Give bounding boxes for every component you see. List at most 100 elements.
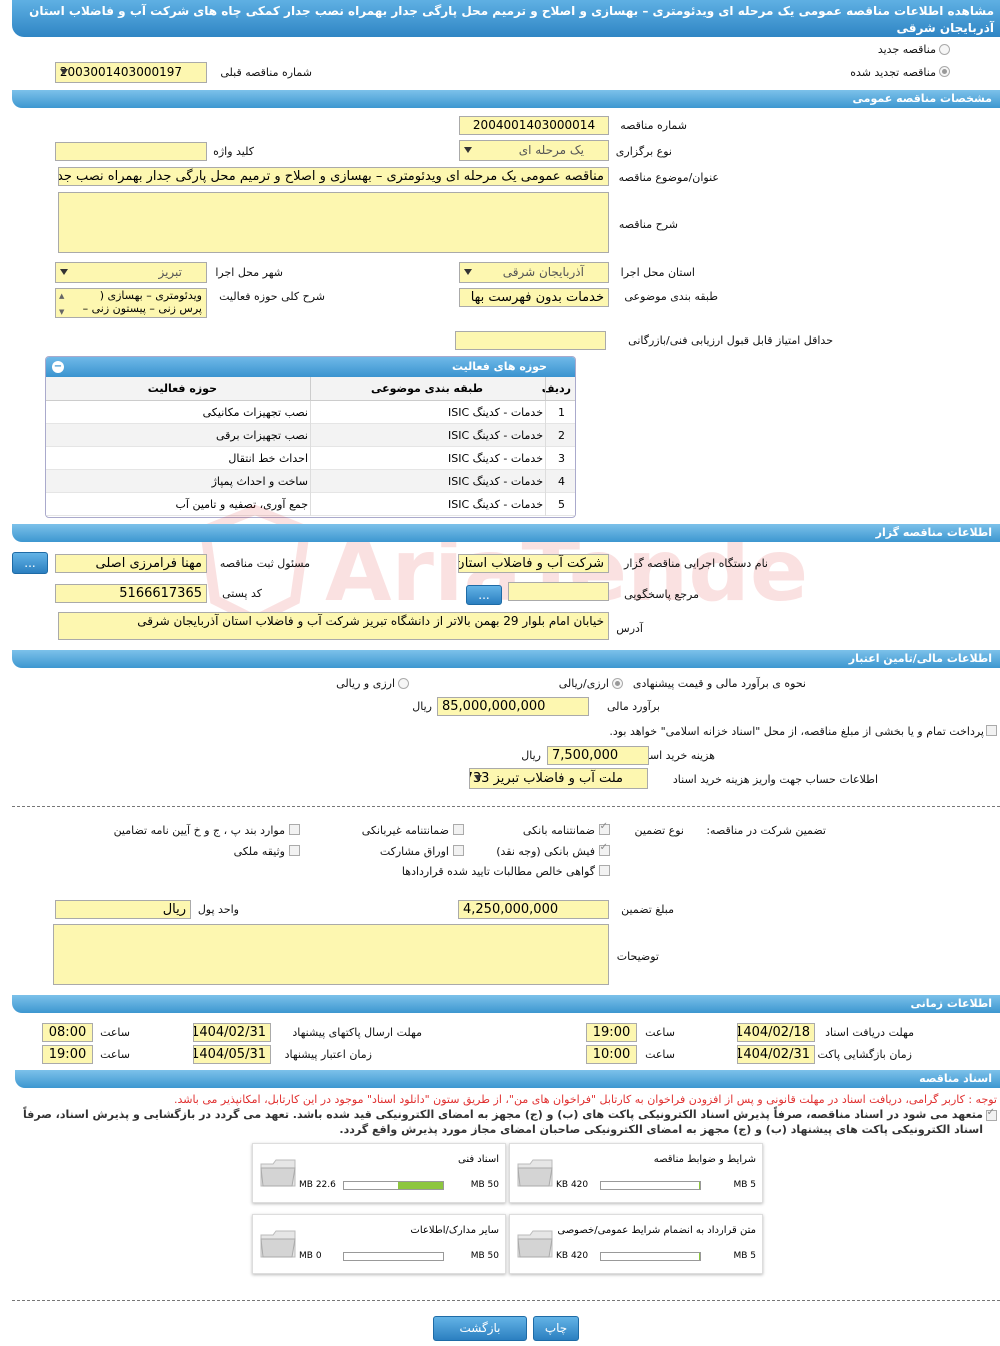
- min-score-field[interactable]: [455, 331, 606, 350]
- checkbox-property[interactable]: [289, 845, 300, 856]
- table-row: 4 خدمات - کدینگ ISIC ساخت و احداث پمپاژ: [46, 470, 575, 493]
- activity-col-headers: ردیف طبقه بندی موضوعی حوزه فعالیت: [46, 377, 575, 401]
- checkbox-bonds[interactable]: [453, 845, 464, 856]
- type-select[interactable]: یک مرحله ای: [459, 140, 609, 161]
- checkbox-bank-guarantee[interactable]: [599, 821, 610, 835]
- document-used-size: 420 KB: [556, 1251, 589, 1261]
- ref-field[interactable]: [508, 582, 609, 601]
- chevron-down-icon: [60, 269, 68, 275]
- row-category: خدمات - کدینگ ISIC: [447, 498, 543, 511]
- scope-line-1: ویدئومتری – بهسازی (: [99, 289, 202, 302]
- row-field: جمع آوری، تصفیه و تامین آب: [175, 498, 308, 511]
- org-field[interactable]: شرکت آب و فاضلاب استان: [458, 554, 609, 573]
- document-progress-bar: [600, 1252, 701, 1261]
- chevron-down-icon: [474, 775, 482, 781]
- guarantee-type-label: نوع تضمین: [634, 824, 684, 837]
- min-score-label: حداقل امتیاز قابل قبول ارزیابی فنی/بازرگ…: [628, 334, 833, 347]
- scope-label: شرح کلی حوزه فعالیت: [219, 290, 325, 303]
- receive-time-label: ساعت: [645, 1026, 675, 1039]
- officer-lookup-button[interactable]: ...: [12, 552, 48, 574]
- prev-number-select[interactable]: 2003001403000197: [55, 62, 207, 83]
- type-value: یک مرحله ای: [518, 143, 584, 157]
- collapse-icon[interactable]: −: [52, 361, 64, 373]
- send-time[interactable]: 08:00: [42, 1023, 93, 1042]
- currency-field[interactable]: ریال: [55, 900, 191, 919]
- row-number: 2: [558, 429, 565, 442]
- city-value: تبریز: [158, 265, 182, 279]
- document-progress-bar: [343, 1181, 444, 1190]
- section-organizer: اطلاعات مناقصه گزار: [12, 524, 1000, 542]
- chevron-down-icon: [464, 147, 472, 153]
- radio-renewed-tender-label: مناقصه تجدید شده: [850, 66, 936, 79]
- checkbox-nonbank[interactable]: [453, 824, 464, 835]
- address-label: آدرس: [616, 622, 643, 635]
- account-select[interactable]: ملت آب و فاضلاب تبریز 4733: [469, 768, 648, 789]
- open-date[interactable]: 1404/02/31: [737, 1045, 815, 1064]
- document-card[interactable]: سایر مدارک/اطلاعات 50 MB 0 MB: [252, 1214, 506, 1274]
- document-card[interactable]: اسناد فنی 50 MB 22.6 MB: [252, 1143, 506, 1203]
- chevron-down-icon: [464, 269, 472, 275]
- document-used-size: 22.6 MB: [299, 1180, 336, 1190]
- folder-icon: [517, 1159, 553, 1187]
- receive-date[interactable]: 1404/02/18: [737, 1023, 815, 1042]
- treasury-checkbox[interactable]: [986, 725, 997, 736]
- label-bonds: اوراق مشارکت: [379, 845, 449, 858]
- category-field[interactable]: خدمات بدون فهرست بها: [459, 288, 609, 307]
- notes-field[interactable]: [53, 924, 609, 985]
- scope-field[interactable]: ویدئومتری – بهسازی ( پرس زنی – پیستون زن…: [55, 288, 207, 318]
- radio-rial[interactable]: [612, 678, 623, 689]
- radio-new-tender[interactable]: [939, 44, 950, 55]
- validity-date[interactable]: 1404/05/31: [193, 1045, 271, 1064]
- city-label: شهر محل اجرا: [215, 266, 283, 279]
- address-field[interactable]: خیابان امام بلوار 29 بهمن بالاتر از دانش…: [58, 612, 609, 640]
- amount-field[interactable]: 4,250,000,000: [458, 900, 609, 919]
- doc-cost-field[interactable]: 7,500,000: [547, 746, 649, 765]
- row-number: 4: [558, 475, 565, 488]
- checkbox-articles[interactable]: [289, 824, 300, 835]
- row-field: احداث خط انتقال: [228, 452, 308, 465]
- scroll-down-icon[interactable]: ▼: [59, 306, 64, 317]
- officer-label: مسئول ثبت مناقصه: [219, 557, 310, 570]
- postal-field[interactable]: 5166617365: [55, 584, 207, 603]
- currency-label: واحد پول: [197, 903, 239, 916]
- section-finance-title: اطلاعات مالی/تامین اعتبار: [848, 652, 992, 665]
- page-title: مشاهده اطلاعات مناقصه عمومی یک مرحله ای …: [29, 4, 994, 35]
- officer-field[interactable]: مهنا فرامرزی اصلی: [55, 554, 207, 573]
- section-documents: اسناد مناقصه: [15, 1070, 1000, 1088]
- back-button[interactable]: بازگشت: [433, 1316, 527, 1341]
- row-field: ساخت و احداث پمپاژ: [211, 475, 308, 488]
- commit-checkbox[interactable]: [986, 1107, 997, 1121]
- label-claims: گواهی خالص مطالبات تایید شده قراردادها: [401, 865, 595, 878]
- col-field: حوزه فعالیت: [147, 382, 217, 395]
- send-date[interactable]: 1404/02/31: [193, 1023, 271, 1042]
- estimate-field[interactable]: 85,000,000,000: [437, 697, 589, 716]
- ref-lookup-button[interactable]: ...: [466, 585, 502, 605]
- document-progress-bar: [600, 1181, 701, 1190]
- print-button[interactable]: چاپ: [533, 1316, 579, 1341]
- receive-time[interactable]: 19:00: [586, 1023, 637, 1042]
- checkbox-bank-receipt[interactable]: [599, 842, 610, 856]
- province-select[interactable]: آذربایجان شرقی: [459, 262, 609, 283]
- scroll-up-icon[interactable]: ▲: [59, 290, 64, 303]
- section-timing-title: اطلاعات زمانی: [910, 997, 992, 1010]
- document-max-size: 5 MB: [733, 1180, 756, 1190]
- tender-number-field[interactable]: 2004001403000014: [459, 116, 609, 135]
- postal-label: کد پستی: [222, 587, 262, 600]
- validity-time[interactable]: 19:00: [42, 1045, 93, 1064]
- open-time[interactable]: 10:00: [586, 1045, 637, 1064]
- checkbox-claims[interactable]: [599, 865, 610, 876]
- subject-field[interactable]: مناقصه عمومی یک مرحله ای ویدئومتری – بهس…: [58, 167, 609, 186]
- description-field[interactable]: [58, 192, 609, 253]
- tender-number-label: شماره مناقصه: [620, 119, 687, 132]
- open-label: زمان بازگشایی پاکت ها: [804, 1048, 912, 1061]
- document-progress-fill: [699, 1182, 700, 1189]
- radio-renewed-tender[interactable]: [939, 66, 950, 77]
- chevron-down-icon: [60, 69, 68, 75]
- keyword-field[interactable]: [55, 142, 207, 161]
- radio-mixed[interactable]: [398, 678, 409, 689]
- city-select[interactable]: تبریز: [55, 262, 207, 283]
- document-card[interactable]: متن قرارداد به انضمام شرایط عمومی/خصوصی 5…: [509, 1214, 763, 1274]
- notes-label: توضیحات: [616, 950, 659, 963]
- section-documents-title: اسناد مناقصه: [919, 1072, 992, 1085]
- document-card[interactable]: شرایط و ضوابط مناقصه 5 MB 420 KB: [509, 1143, 763, 1203]
